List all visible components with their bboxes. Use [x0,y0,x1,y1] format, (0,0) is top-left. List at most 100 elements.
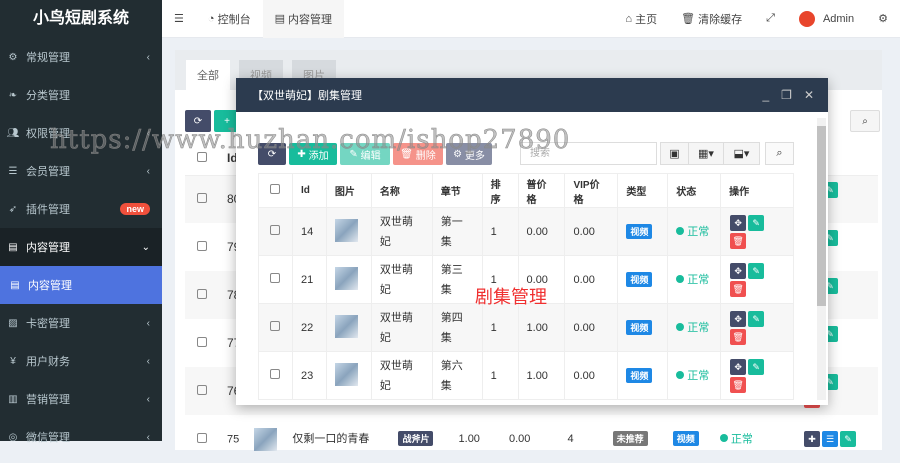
delete-icon[interactable]: 🗑︎ [730,376,747,393]
list-icon[interactable]: ☰ [822,431,838,447]
new-badge: new [120,203,150,215]
sidebar-item-label: 插件管理 [26,204,70,216]
scrollbar[interactable] [817,118,826,400]
search-input[interactable]: 搜索 [520,142,657,165]
delete-icon[interactable]: 🗑︎ [730,328,747,345]
users-icon: 👥︎ [6,127,20,139]
column-header[interactable]: 章节 [431,173,483,208]
add-button[interactable]: ✚ 添加 [289,143,337,165]
gear-icon[interactable]: ⚙ [866,0,900,38]
sidebar-item-2[interactable]: 👥︎ 权限管理 ‹ [0,114,162,152]
column-header[interactable]: 排序 [481,173,519,208]
bar-chart-icon: ▥ [8,393,18,405]
select-all-checkbox[interactable] [197,152,207,163]
sidebar-item-9[interactable]: ▥ 营销管理 ‹ [0,380,162,418]
menu-toggle-icon[interactable]: ☰ [162,0,196,38]
sidebar-item-8[interactable]: ¥ 用户财务 ‹ [0,342,162,380]
tab-all[interactable]: 全部 [186,60,230,90]
list-icon: ☰ [8,165,18,177]
column-header[interactable]: 名称 [370,173,433,208]
avatar [798,10,815,27]
yen-icon: ¥ [10,355,16,367]
minimize-icon[interactable]: _ [762,88,769,102]
sidebar-item-0[interactable]: ⚙ 常规管理 ‹ [0,38,162,76]
search-icon[interactable]: ⌕ [765,142,794,165]
more-button[interactable]: ⚙ 更多 [446,143,492,165]
table-row: 22 双世萌妃 第四集 1 1.00 0.00 视频 正常 ✥ ✎ 🗑︎ [258,303,794,352]
column-header[interactable]: 普价格 [517,173,566,208]
edit-icon[interactable]: ✎ [748,262,765,279]
user-menu[interactable]: Admin [787,0,866,38]
chevron-down-icon: ⌄ [141,241,150,253]
edit-icon[interactable]: ✎ [840,431,856,447]
sidebar-item-6[interactable]: ▤ 内容管理 [0,266,162,304]
cogs-icon: ⚙ [8,51,18,63]
row-checkbox[interactable] [197,433,207,443]
sidebar-item-4[interactable]: ➶ 插件管理 new [0,190,162,228]
row-checkbox[interactable] [197,289,207,299]
column-header[interactable]: 状态 [667,173,722,208]
refresh-button[interactable]: ⟳ [258,143,286,165]
drag-move-icon[interactable]: ✥ [730,358,747,375]
sidebar-item-3[interactable]: ☰ 会员管理 ‹ [0,152,162,190]
maximize-icon[interactable]: ❐ [781,88,792,102]
sidebar-item-5[interactable]: ▤ 内容管理 ⌄ [0,228,162,266]
sidebar-item-1[interactable]: ❧ 分类管理 [0,76,162,114]
edit-button[interactable]: ✎ 编辑 [340,143,390,165]
home-link[interactable]: ⌂ 主页 [613,0,669,38]
tab-content[interactable]: ▤ 内容管理 [262,0,345,38]
row-checkbox[interactable] [270,369,281,379]
column-header[interactable]: VIP价格 [564,173,619,208]
delete-icon[interactable]: 🗑︎ [730,232,747,249]
sidebar-item-label: 微信管理 [26,432,70,444]
sidebar-item-label: 内容管理 [26,242,70,254]
status-text: 正常 [687,321,710,334]
search-button[interactable]: ⌕ [850,110,880,132]
row-checkbox[interactable] [197,385,207,395]
close-icon[interactable]: ✕ [804,88,814,102]
episode-thumbnail [334,362,358,386]
drag-move-icon[interactable]: ✥ [730,310,747,327]
export-dropdown-icon[interactable]: ⬓▾ [723,142,760,165]
edit-icon[interactable]: ✎ [748,310,765,327]
row-checkbox[interactable] [270,225,281,235]
column-header[interactable]: Id [291,173,327,208]
column-header[interactable]: 操作 [720,173,794,208]
sidebar-item-10[interactable]: ◎ 微信管理 ‹ [0,418,162,456]
delete-button[interactable]: 🗑︎ 删除 [393,143,443,165]
chevron-left-icon: ‹ [146,165,150,177]
sidebar-item-label: 常规管理 [26,52,70,64]
clear-cache-button[interactable]: 🗑︎ 清除缓存 [669,0,754,38]
chevron-left-icon: ‹ [146,393,150,405]
refresh-button[interactable]: ⟳ [185,110,211,132]
row-checkbox[interactable] [270,321,281,331]
chevron-left-icon: ‹ [146,51,150,63]
columns-toggle-icon[interactable]: ▦▾ [688,142,724,165]
export-icon[interactable]: ▣ [660,142,689,165]
overlay-label: 剧集管理 [475,287,547,307]
sidebar-item-7[interactable]: ▨ 卡密管理 ‹ [0,304,162,342]
drag-move-icon[interactable]: ✥ [730,262,747,279]
episode-modal: 【双世萌妃】剧集管理 _ ❐ ✕ ⟳ ✚ 添加 ✎ 编辑 🗑︎ 删除 ⚙ 更多 搜索… [236,78,828,405]
row-checkbox[interactable] [270,273,281,283]
row-checkbox[interactable] [197,241,207,251]
sidebar: 小鸟短剧系统 ⚙ 常规管理 ‹ ❧ 分类管理 👥︎ 权限管理 ‹ ☰ 会员管理 ‹ ➶ 插件管理 new ▤… [0,0,162,444]
tab-dashboard[interactable]: ◔ 控制台 [196,0,263,38]
delete-icon[interactable]: 🗑︎ [730,280,747,297]
column-header[interactable]: 类型 [617,173,669,208]
column-header[interactable]: 图片 [325,173,372,208]
add-icon[interactable]: ✚ [804,431,820,447]
app-logo: 小鸟短剧系统 [32,10,129,27]
row-checkbox[interactable] [197,193,207,204]
fullscreen-icon[interactable]: ⤢ [754,0,787,38]
episode-thumbnail [334,266,358,290]
edit-icon[interactable]: ✎ [748,214,765,231]
row-checkbox[interactable] [197,337,207,347]
episode-thumbnail [334,218,358,242]
sidebar-item-label: 营销管理 [26,394,70,406]
select-all-checkbox[interactable] [270,184,281,194]
chevron-left-icon: ‹ [146,317,150,329]
edit-icon[interactable]: ✎ [748,358,765,375]
drag-move-icon[interactable]: ✥ [730,214,747,231]
chevron-left-icon: ‹ [146,355,150,367]
